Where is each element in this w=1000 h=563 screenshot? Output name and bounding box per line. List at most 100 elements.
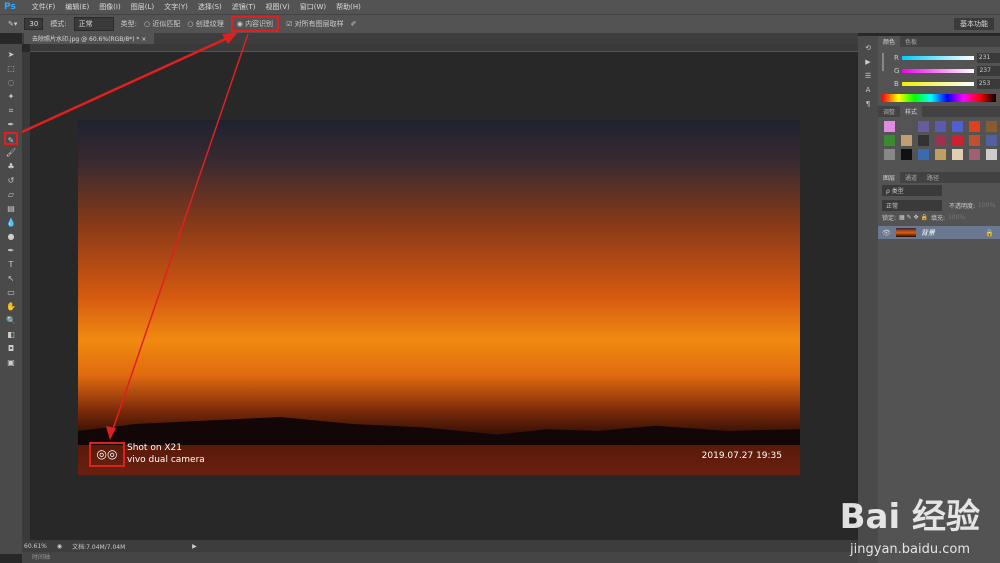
shape-tool-icon[interactable]: ▭ [4,286,18,299]
style-swatch[interactable] [918,149,929,160]
style-swatch[interactable] [969,121,980,132]
layer-filter-select[interactable]: ρ 类型 [882,185,942,196]
style-swatch[interactable] [935,135,946,146]
crop-tool-icon[interactable]: ⌗ [4,104,18,117]
horizontal-ruler [30,44,858,52]
radio-create-texture[interactable]: ○ 创建纹理 [187,19,223,29]
menu-file[interactable]: 文件(F) [32,2,56,12]
tab-color[interactable]: 颜色 [878,36,901,47]
opacity-input[interactable]: 100% [978,202,995,209]
tab-swatches[interactable]: 色板 [900,36,922,47]
hand-tool-icon[interactable]: ✋ [4,300,18,313]
style-swatch[interactable] [884,121,895,132]
properties-icon[interactable]: ☰ [865,72,871,80]
spot-healing-brush-tool-icon[interactable]: ✎ [4,132,18,145]
visibility-eye-icon[interactable]: 👁 [882,229,891,237]
tab-adjustments[interactable]: 调整 [878,106,900,117]
type-tool-icon[interactable]: T [4,258,18,271]
lock-icons[interactable]: ▦ ✎ ✥ 🔒 [899,214,928,221]
zoom-level[interactable]: 60.61% [24,543,47,550]
brush-size-picker[interactable]: 30 [24,18,44,30]
color-spectrum[interactable] [882,94,996,102]
r-slider[interactable] [901,55,974,60]
menu-edit[interactable]: 编辑(E) [65,2,89,12]
move-tool-icon[interactable]: ➤ [4,48,18,61]
menu-view[interactable]: 视图(V) [266,2,290,12]
style-swatch[interactable] [986,149,997,160]
g-value[interactable]: 237 [977,65,1000,76]
style-swatch[interactable] [952,135,963,146]
gradient-tool-icon[interactable]: ▤ [4,202,18,215]
tab-layers[interactable]: 图层 [878,172,901,183]
menu-window[interactable]: 窗口(W) [300,2,326,12]
spot-healing-brush-icon[interactable]: ✎▾ [8,20,17,28]
pressure-icon[interactable]: ✐ [351,20,357,28]
eyedropper-tool-icon[interactable]: ✒ [4,118,18,131]
color-swatches-icon[interactable]: ◧ [4,328,18,341]
document-image[interactable]: ◎◎ Shot on X21 vivo dual camera 2019.07.… [78,120,800,475]
menu-layer[interactable]: 图层(L) [131,2,154,12]
share-icon[interactable]: ◉ [57,543,62,550]
style-swatch[interactable] [918,121,929,132]
zoom-tool-icon[interactable]: 🔍 [4,314,18,327]
menu-image[interactable]: 图像(I) [99,2,121,12]
path-select-tool-icon[interactable]: ↖ [4,272,18,285]
screen-mode-icon[interactable]: ▣ [4,356,18,369]
style-swatch[interactable] [952,121,963,132]
brush-tool-icon[interactable]: 🖌 [4,146,18,159]
foreground-color-swatch[interactable] [882,53,884,71]
menu-filter[interactable]: 滤镜(T) [232,2,256,12]
pen-tool-icon[interactable]: ✒ [4,244,18,257]
menu-type[interactable]: 文字(Y) [164,2,188,12]
history-icon[interactable]: ⟲ [865,44,871,52]
document-tab-label: 去除照片水印.jpg @ 60.6%(RGB/8*) * [32,36,140,43]
layer-row-background[interactable]: 👁 背景 🔒 [878,226,1000,239]
actions-icon[interactable]: ▶ [865,58,870,66]
style-swatch[interactable] [969,149,980,160]
lasso-tool-icon[interactable]: ◌ [4,76,18,89]
fill-input[interactable]: 100% [948,214,965,221]
character-icon[interactable]: A [866,86,871,94]
style-swatch[interactable] [935,149,946,160]
tab-channels[interactable]: 通道 [900,172,922,183]
marquee-tool-icon[interactable]: ⬚ [4,62,18,75]
blur-tool-icon[interactable]: 💧 [4,216,18,229]
workspace-select[interactable]: 基本功能 [954,18,994,30]
sample-all-layers-checkbox[interactable]: ☑ 对所有图层取样 [286,19,344,29]
tab-paths[interactable]: 路径 [922,172,944,183]
clone-stamp-tool-icon[interactable]: ♣ [4,160,18,173]
b-slider[interactable] [901,81,974,86]
dodge-tool-icon[interactable]: ● [4,230,18,243]
radio-content-aware[interactable]: ◉ 内容识别 [230,16,280,32]
style-swatch[interactable] [935,121,946,132]
eraser-tool-icon[interactable]: ▱ [4,188,18,201]
radio-proximity-match[interactable]: ○ 近似匹配 [144,19,180,29]
document-tab[interactable]: 去除照片水印.jpg @ 60.6%(RGB/8*) * × [24,33,155,44]
mode-select[interactable]: 正常 [73,17,114,31]
quick-mask-icon[interactable]: ◘ [4,342,18,355]
photo-datetime: 2019.07.27 19:35 [701,451,782,461]
style-swatch[interactable] [884,149,895,160]
style-swatch[interactable] [901,121,912,132]
tab-styles[interactable]: 样式 [900,106,923,117]
g-slider[interactable] [902,68,975,73]
style-swatch[interactable] [952,149,963,160]
close-icon[interactable]: × [141,36,146,43]
timeline-panel-tab[interactable]: 时间轴 [22,552,858,563]
style-swatch[interactable] [986,121,997,132]
style-swatch[interactable] [884,135,895,146]
blend-mode-select[interactable]: 正常 [882,200,942,211]
b-value[interactable]: 253 [976,78,1000,89]
style-swatch[interactable] [918,135,929,146]
quick-select-tool-icon[interactable]: ✦ [4,90,18,103]
style-swatch[interactable] [986,135,997,146]
paragraph-icon[interactable]: ¶ [866,100,870,108]
history-brush-tool-icon[interactable]: ↺ [4,174,18,187]
status-menu-arrow-icon[interactable]: ▶ [192,543,197,550]
menu-help[interactable]: 帮助(H) [336,2,361,12]
style-swatch[interactable] [969,135,980,146]
style-swatch[interactable] [901,135,912,146]
style-swatch[interactable] [901,149,912,160]
menu-select[interactable]: 选择(S) [198,2,222,12]
r-value[interactable]: 231 [976,52,1000,63]
